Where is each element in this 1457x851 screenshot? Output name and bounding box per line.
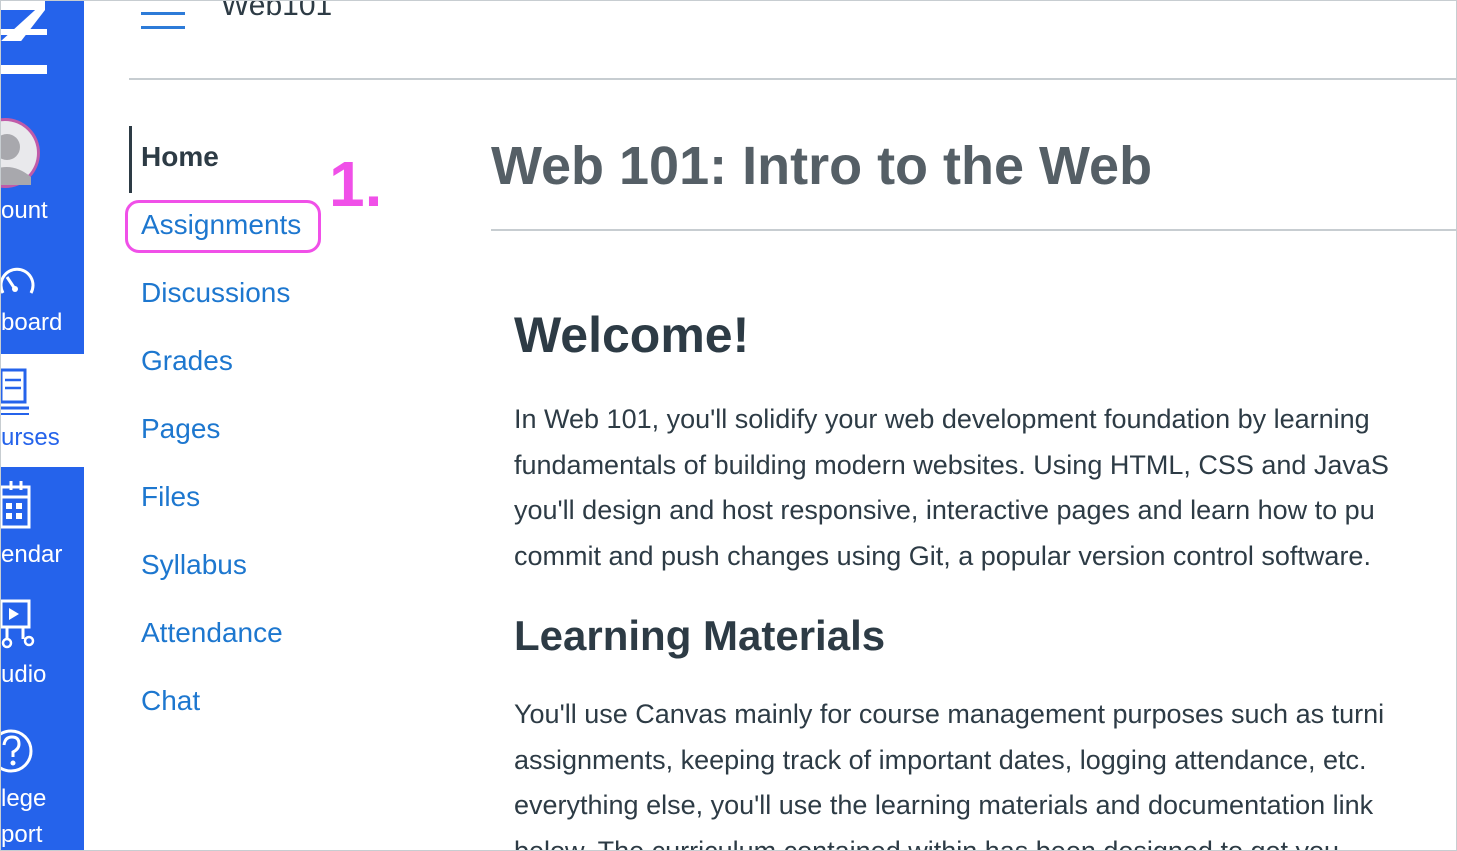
learning-line: below. The curriculum contained within h… bbox=[514, 835, 1340, 851]
course-nav-pages[interactable]: Pages bbox=[141, 413, 220, 445]
dashboard-gauge-icon bbox=[1, 267, 35, 294]
welcome-heading: Welcome! bbox=[514, 307, 750, 363]
global-nav-college-support-label-1: lege bbox=[1, 785, 47, 812]
global-nav-account-label: ount bbox=[1, 197, 48, 224]
course-nav-assignments[interactable]: Assignments bbox=[141, 209, 301, 241]
learning-line: everything else, you'll use the learning… bbox=[514, 790, 1374, 820]
global-nav-calendar-label: endar bbox=[1, 541, 63, 568]
step-number-annotation: 1. bbox=[329, 148, 383, 220]
learning-line: You'll use Canvas mainly for course mana… bbox=[514, 699, 1385, 729]
global-nav-dashboard-label: board bbox=[1, 309, 63, 336]
institution-logo[interactable] bbox=[1, 1, 84, 101]
global-nav-calendar[interactable]: endar bbox=[1, 467, 84, 587]
hamburger-menu-icon[interactable] bbox=[141, 5, 187, 31]
intro-line: you'll design and host responsive, inter… bbox=[514, 495, 1375, 525]
learning-paragraph: You'll use Canvas mainly for course mana… bbox=[514, 692, 1385, 851]
active-indicator bbox=[129, 126, 132, 193]
intro-line: fundamentals of building modern websites… bbox=[514, 449, 1389, 480]
intro-line: commit and push changes using Git, a pop… bbox=[514, 540, 1371, 571]
intro-line: In Web 101, you'll solidify your web dev… bbox=[514, 404, 1370, 434]
course-nav-grades[interactable]: Grades bbox=[141, 345, 233, 377]
studio-icon bbox=[1, 599, 35, 649]
global-nav-dashboard[interactable]: board bbox=[1, 231, 84, 354]
global-nav-studio[interactable]: udio bbox=[1, 587, 84, 717]
title-divider bbox=[491, 229, 1456, 231]
learning-line: assignments, keeping track of important … bbox=[514, 744, 1367, 775]
global-nav-account[interactable]: ount bbox=[1, 101, 84, 231]
logo-mark-icon bbox=[1, 1, 47, 74]
app-window: ount board urses endar udio lege port We… bbox=[0, 0, 1457, 851]
course-nav-chat[interactable]: Chat bbox=[141, 685, 200, 717]
header-divider bbox=[129, 78, 1456, 80]
calendar-icon bbox=[1, 481, 31, 529]
course-nav-files[interactable]: Files bbox=[141, 481, 200, 513]
page-title: Web 101: Intro to the Web bbox=[491, 136, 1153, 196]
global-nav-courses-label: urses bbox=[1, 424, 60, 451]
course-title[interactable]: Web101 bbox=[221, 1, 332, 23]
course-home-content: Welcome! In Web 101, you'll solidify you… bbox=[514, 301, 1456, 851]
global-nav-college-support[interactable]: lege port bbox=[1, 717, 84, 850]
global-nav-studio-label: udio bbox=[1, 661, 47, 688]
intro-paragraph: In Web 101, you'll solidify your web dev… bbox=[514, 397, 1389, 579]
global-navigation: ount board urses endar udio lege port bbox=[1, 1, 84, 850]
course-nav-syllabus[interactable]: Syllabus bbox=[141, 549, 247, 581]
course-nav-home[interactable]: Home bbox=[141, 141, 219, 173]
learning-materials-heading: Learning Materials bbox=[514, 612, 886, 659]
course-nav-discussions[interactable]: Discussions bbox=[141, 277, 290, 309]
global-nav-college-support-label-2: port bbox=[1, 821, 43, 848]
help-question-icon bbox=[1, 729, 33, 773]
courses-book-icon bbox=[1, 368, 29, 415]
course-nav-attendance[interactable]: Attendance bbox=[141, 617, 283, 649]
global-nav-courses[interactable]: urses bbox=[1, 354, 84, 467]
user-avatar-icon bbox=[1, 118, 40, 188]
